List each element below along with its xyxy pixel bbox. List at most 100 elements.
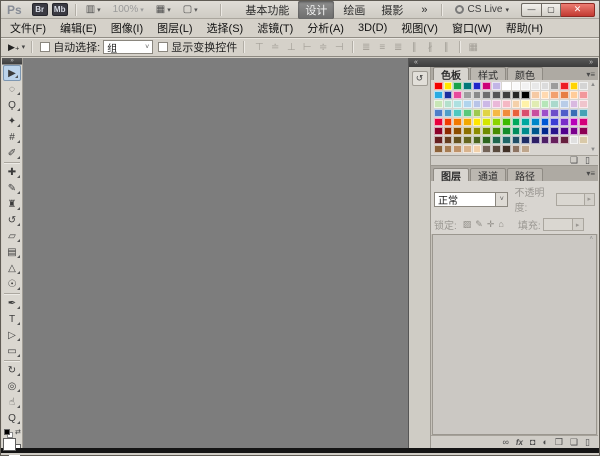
swatch[interactable] [550,127,559,135]
cs-live-button[interactable]: CS Live ▾ [455,4,509,15]
swatches-tab[interactable]: 颜色 [507,67,543,80]
layers-tab[interactable]: 图层 [433,168,469,181]
default-colors-icon[interactable] [4,429,10,435]
swatch[interactable] [512,100,521,108]
swatch[interactable] [434,109,443,117]
opacity-arrow-icon[interactable]: ▸ [585,193,595,206]
menu-item[interactable]: 视图(V) [394,18,445,38]
swap-colors-icon[interactable]: ⇄ [15,428,21,436]
swatch[interactable] [482,91,491,99]
swatch[interactable] [482,127,491,135]
swatch[interactable] [521,82,530,90]
3d-orbit-tool[interactable]: ◎ [2,378,22,394]
swatch[interactable] [570,127,579,135]
quick-selection-tool[interactable]: ✦ [2,113,22,129]
panel-menu-icon[interactable]: ▾≡ [586,169,595,178]
swatch[interactable] [531,100,540,108]
swatch[interactable] [453,145,462,153]
menu-item[interactable]: 分析(A) [300,18,351,38]
swatch[interactable] [512,109,521,117]
swatch[interactable] [521,118,530,126]
swatch[interactable] [434,82,443,90]
lock-position-icon[interactable]: ✛ [487,219,495,230]
scroll-down-icon[interactable]: ▼ [590,147,596,153]
swatch[interactable] [560,91,569,99]
swatch[interactable] [550,109,559,117]
view-extras-button[interactable]: ▥▾ [83,3,104,16]
menu-item[interactable]: 选择(S) [200,18,251,38]
arrange-documents-button[interactable]: ▦▾ [153,3,174,16]
swatch[interactable] [444,82,453,90]
swatch[interactable] [473,136,482,144]
adjustment-layer-icon[interactable]: ◐ [542,438,547,447]
screen-mode-button[interactable]: ▢▾ [180,3,201,16]
swatch[interactable] [502,82,511,90]
distribute-top-edges-icon[interactable]: ≣ [360,42,372,53]
new-layer-icon[interactable]: ❏ [570,438,578,447]
distribute-vertical-centers-icon[interactable]: ≡ [376,42,388,53]
swatch[interactable] [463,136,472,144]
swatch[interactable] [541,136,550,144]
distribute-left-edges-icon[interactable]: ∥ [408,42,420,53]
delete-layer-icon[interactable]: ▯ [585,438,590,447]
swatch[interactable] [541,100,550,108]
new-group-icon[interactable]: ❒ [555,438,563,447]
zoom-level-dropdown[interactable]: 100%▾ [110,3,147,16]
swatch[interactable] [463,145,472,153]
swatch[interactable] [453,136,462,144]
swatch[interactable] [434,145,443,153]
canvas-area[interactable] [23,58,409,448]
opacity-field[interactable] [556,193,584,206]
swatch[interactable] [502,136,511,144]
swatch[interactable] [482,118,491,126]
layers-list[interactable]: ˄ [432,234,597,435]
swatch[interactable] [492,82,501,90]
align-right-edges-icon[interactable]: ⊣ [333,42,345,53]
expand-dock-icon[interactable]: » [589,59,593,66]
swatch[interactable] [541,109,550,117]
swatch[interactable] [453,127,462,135]
swatch[interactable] [444,136,453,144]
mini-bridge-button[interactable]: Mb [52,3,68,16]
swatch[interactable] [473,100,482,108]
swatch[interactable] [531,91,540,99]
swatch[interactable] [453,100,462,108]
swatch[interactable] [512,127,521,135]
menu-item[interactable]: 3D(D) [351,20,394,36]
clone-stamp-tool[interactable]: ♜ [2,196,22,212]
hand-tool[interactable]: ☝ [2,394,22,410]
gradient-tool[interactable]: ▤ [2,244,22,260]
swatch[interactable] [434,136,443,144]
history-panel-icon[interactable]: ↺ [412,71,428,86]
menu-item[interactable]: 图像(I) [104,18,150,38]
show-transform-checkbox[interactable] [158,42,168,52]
swatch[interactable] [579,136,588,144]
swatch[interactable] [453,82,462,90]
swatch[interactable] [579,109,588,117]
link-layers-icon[interactable]: ∞ [502,438,508,447]
layer-mask-icon[interactable]: ◘ [530,438,535,447]
distribute-bottom-edges-icon[interactable]: ≣ [392,42,404,53]
layer-style-icon[interactable]: fx [516,438,523,447]
menu-item[interactable]: 编辑(E) [53,18,104,38]
move-tool[interactable]: ▶ [3,65,21,81]
swatch[interactable] [434,91,443,99]
swatch[interactable] [550,136,559,144]
swatch[interactable] [560,100,569,108]
menu-item[interactable]: 文件(F) [3,18,53,38]
swatch[interactable] [531,82,540,90]
align-bottom-edges-icon[interactable]: ⊥ [285,42,297,53]
swatch[interactable] [560,82,569,90]
swatch[interactable] [512,136,521,144]
swatch[interactable] [570,100,579,108]
toolbar-grip[interactable]: » [2,58,22,65]
swatch[interactable] [453,118,462,126]
swatch[interactable] [550,91,559,99]
swatch[interactable] [560,118,569,126]
swatch[interactable] [492,91,501,99]
eraser-tool[interactable]: ▱ [2,228,22,244]
align-left-edges-icon[interactable]: ⊢ [301,42,313,53]
fill-arrow-icon[interactable]: ▸ [573,218,584,231]
bridge-button[interactable]: Br [32,3,48,16]
history-brush-tool[interactable]: ↺ [2,212,22,228]
